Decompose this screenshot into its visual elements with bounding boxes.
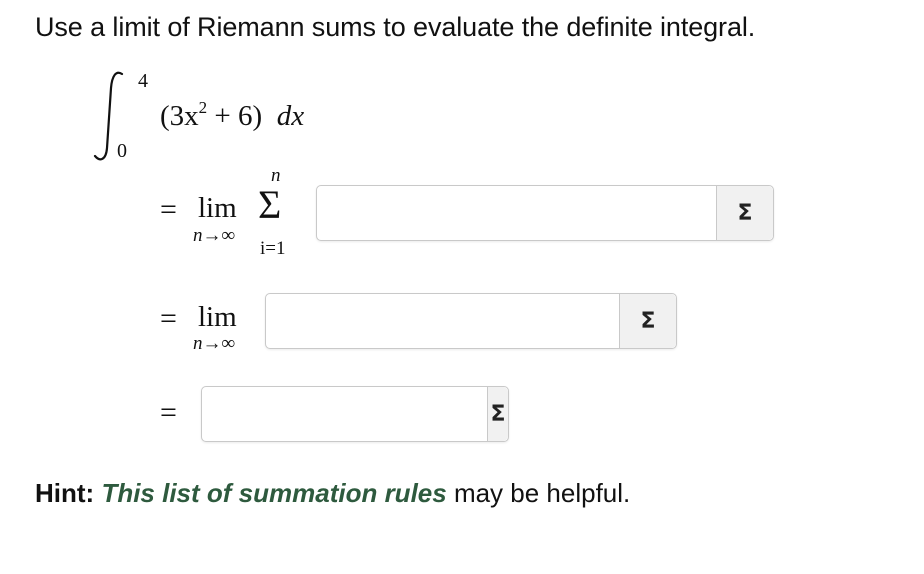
answer-input-1[interactable] [317,186,716,240]
summation-rules-link[interactable]: This list of summation rules [101,478,446,508]
math-palette-button-3[interactable]: Σ [487,387,508,441]
integrand-dx: dx [276,100,305,132]
answer-box-3: Σ [201,386,509,442]
math-palette-button-1[interactable]: Σ [716,186,773,240]
equals-sign-2: = [160,302,177,335]
answer-box-2: Σ [265,293,677,349]
hint-label: Hint: [35,478,95,508]
limit-subscript-2: n→∞ [193,333,236,354]
math-palette-button-2[interactable]: Σ [619,294,676,348]
limit-label-2: lim [198,301,237,333]
sum-lower-limit: i=1 [260,238,286,259]
limit-subscript-1: n→∞ [193,225,236,246]
integrand-base: (3x [160,100,199,132]
integral-upper-limit: 4 [138,70,148,92]
equals-sign-3: = [160,396,177,429]
hint-rest: may be helpful. [446,478,631,508]
hint: Hint: This list of summation rules may b… [35,478,630,509]
equals-sign-1: = [160,193,177,226]
limit-label-1: lim [198,192,237,224]
integrand-rest: + 6) [207,100,263,132]
integrand-exponent: 2 [198,98,208,117]
integrand: (3x2 + 6) dx [160,98,304,133]
integral-lower-limit: 0 [117,140,127,162]
question-prompt: Use a limit of Riemann sums to evaluate … [35,12,756,42]
answer-box-1: Σ [316,185,774,241]
summation-sigma: Σ [258,182,282,227]
answer-input-3[interactable] [202,387,487,441]
answer-input-2[interactable] [266,294,619,348]
